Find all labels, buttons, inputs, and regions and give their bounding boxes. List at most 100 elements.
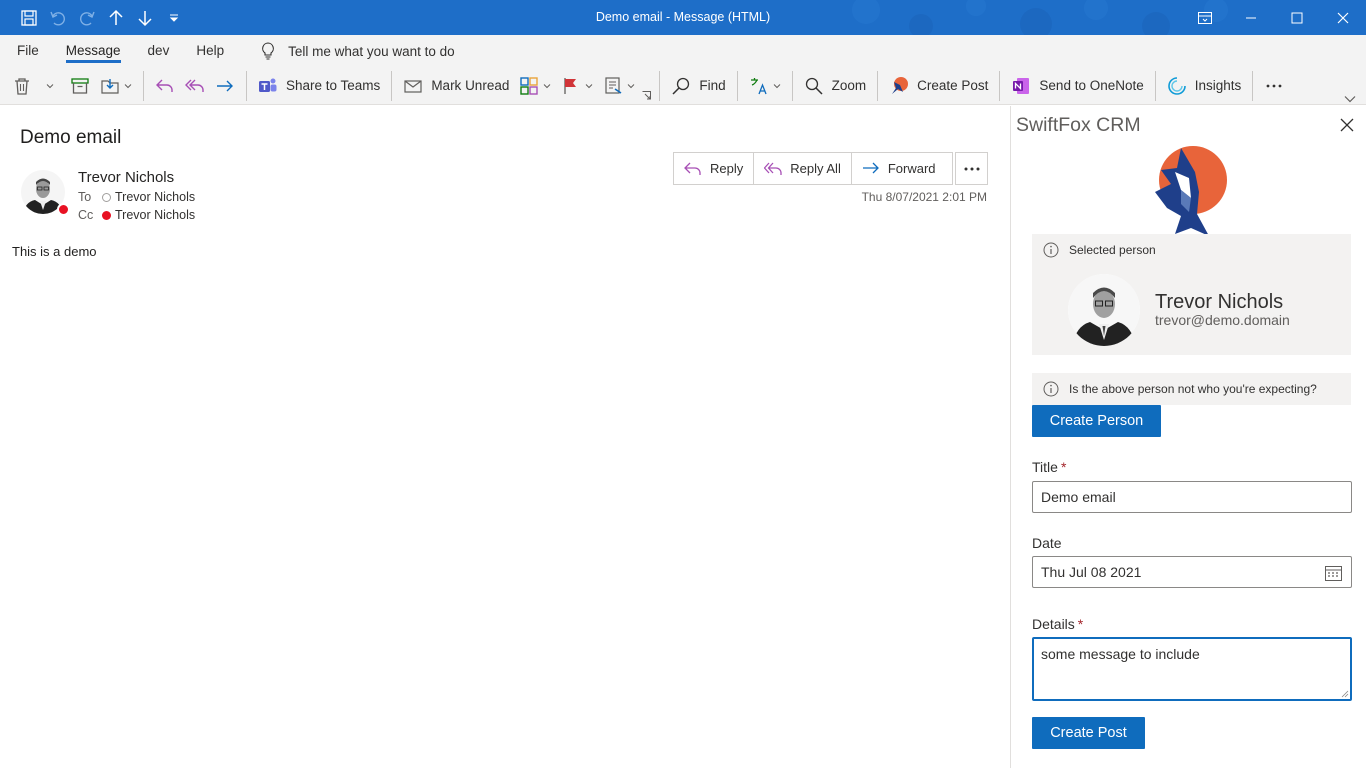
ribbon-display-options-button[interactable] [1182, 0, 1228, 35]
reading-pane: Demo email Trevor Nichols To Trevor Nich… [0, 106, 1010, 768]
archive-icon [71, 77, 89, 94]
title-input[interactable]: Demo email [1032, 481, 1352, 513]
translate-icon [750, 77, 767, 94]
tab-message[interactable]: Message [49, 35, 121, 67]
share-to-teams-button[interactable]: Share to Teams [253, 67, 385, 105]
reply-button[interactable]: Reply [674, 153, 755, 184]
ribbon-separator [736, 70, 738, 101]
tell-me-search[interactable]: Tell me what you want to do [260, 35, 455, 67]
categorize-icon [520, 76, 539, 95]
redo-icon [79, 11, 95, 25]
resize-grip-icon[interactable] [1341, 690, 1349, 698]
mark-unread-button[interactable]: Mark Unread [398, 67, 514, 105]
message-actions: Reply Reply All Forward [673, 152, 953, 185]
send-to-onenote-label: Send to OneNote [1039, 78, 1144, 93]
maximize-button[interactable] [1274, 0, 1320, 35]
presence-busy-icon [102, 210, 111, 220]
delete-button[interactable] [0, 67, 59, 105]
ribbon-tabs: File Message dev Help Tell me what you w… [0, 35, 1366, 67]
chevron-down-icon [124, 83, 132, 88]
forward-icon [862, 162, 879, 173]
maximize-icon [1291, 12, 1303, 23]
reply-all-button[interactable]: Reply All [754, 153, 852, 184]
more-commands-button[interactable] [1259, 67, 1289, 105]
date-field-label: Date [1032, 535, 1062, 551]
date-picker-input[interactable]: Thu Jul 08 2021 [1032, 556, 1352, 588]
move-folder-icon [101, 78, 119, 94]
reply-all-ribbon-button[interactable] [180, 67, 210, 105]
forward-icon [217, 80, 233, 91]
details-label-text: Details [1032, 616, 1075, 632]
dialog-launcher-button[interactable] [640, 86, 653, 104]
rules-icon [605, 76, 622, 94]
quick-access-toolbar [0, 0, 188, 35]
calendar-icon[interactable] [1325, 565, 1342, 581]
ribbon-separator [659, 70, 661, 101]
presence-offline-icon [102, 192, 111, 202]
details-textarea[interactable]: some message to include [1032, 637, 1352, 701]
categorize-button[interactable] [514, 67, 556, 105]
translate-button[interactable] [744, 67, 786, 105]
ribbon-separator [246, 70, 247, 101]
close-icon [1337, 12, 1349, 23]
message-body: This is a demo [12, 244, 97, 259]
rules-button[interactable] [598, 67, 640, 105]
sender-name[interactable]: Trevor Nichols [78, 169, 174, 186]
tab-help[interactable]: Help [179, 35, 224, 67]
undo-button[interactable] [43, 0, 72, 35]
cc-line: Cc Trevor Nichols [78, 208, 195, 222]
redo-button[interactable] [72, 0, 101, 35]
customize-qat-icon [169, 14, 178, 22]
reply-all-icon [764, 162, 782, 175]
move-button[interactable] [95, 67, 137, 105]
find-button[interactable]: Find [666, 67, 730, 105]
cc-label: Cc [78, 208, 94, 222]
cc-recipient[interactable]: Trevor Nichols [115, 208, 195, 222]
to-label: To [78, 190, 92, 204]
forward-ribbon-button[interactable] [210, 67, 240, 105]
details-field-label: Details * [1032, 616, 1083, 632]
selected-person-label: Selected person [1069, 243, 1156, 257]
ribbon-collapse-icon[interactable] [1344, 95, 1356, 103]
follow-up-button[interactable] [556, 67, 598, 105]
insights-button[interactable]: Insights [1162, 67, 1247, 105]
tab-dev[interactable]: dev [131, 35, 170, 67]
create-post-button[interactable]: Create Post [1032, 717, 1145, 749]
zoom-label: Zoom [831, 78, 867, 93]
flag-icon [564, 77, 577, 94]
archive-button[interactable] [65, 67, 95, 105]
close-pane-icon[interactable] [1340, 118, 1354, 132]
forward-button[interactable]: Forward [852, 153, 952, 184]
zoom-button[interactable]: Zoom [799, 67, 872, 105]
reply-all-label: Reply All [790, 161, 841, 176]
details-textarea-value: some message to include [1041, 646, 1200, 662]
previous-item-button[interactable] [101, 0, 130, 35]
chevron-down-icon [585, 83, 593, 88]
swiftfox-icon [892, 76, 909, 94]
tab-file[interactable]: File [0, 35, 39, 67]
ribbon-separator [143, 70, 144, 101]
more-icon [964, 167, 979, 170]
create-post-ribbon-button[interactable]: Create Post [884, 67, 993, 105]
more-actions-button[interactable] [955, 152, 988, 185]
create-person-button[interactable]: Create Person [1032, 405, 1161, 437]
required-mark: * [1077, 616, 1084, 632]
addin-title: SwiftFox CRM [1016, 114, 1141, 136]
previous-item-icon [108, 9, 123, 25]
minimize-button[interactable] [1228, 0, 1274, 35]
ribbon-separator [877, 70, 879, 101]
close-window-button[interactable] [1320, 0, 1366, 35]
ribbon-commands: Share to Teams Mark Unread Find Zoom Cre… [0, 67, 1366, 105]
customize-qat-button[interactable] [159, 0, 188, 35]
to-recipient[interactable]: Trevor Nichols [115, 190, 195, 204]
reply-ribbon-button[interactable] [150, 67, 180, 105]
sender-avatar[interactable] [21, 170, 70, 216]
teams-icon [259, 78, 277, 92]
envelope-icon [404, 79, 422, 93]
presence-busy-indicator [57, 203, 70, 216]
title-input-value: Demo email [1041, 489, 1116, 505]
save-button[interactable] [14, 0, 43, 35]
send-to-onenote-button[interactable]: Send to OneNote [1006, 67, 1148, 105]
share-to-teams-label: Share to Teams [286, 78, 381, 93]
next-item-button[interactable] [130, 0, 159, 35]
